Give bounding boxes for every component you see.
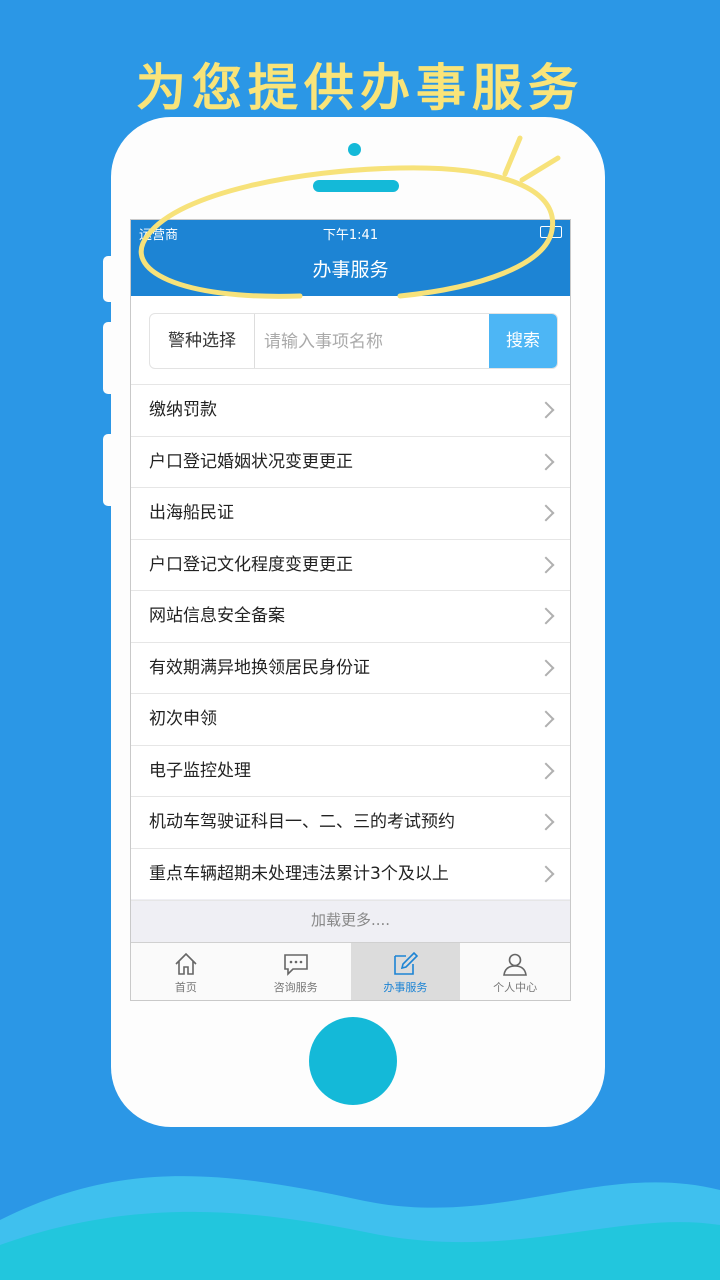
list-item-label: 出海船民证 [149, 503, 234, 523]
chevron-right-icon [537, 401, 555, 419]
list-item-label: 户口登记婚姻状况变更更正 [149, 451, 353, 472]
list-item-label: 缴纳罚款 [149, 400, 217, 420]
list-item-label: 网站信息安全备案 [149, 606, 285, 626]
app-screen: 运营商 下午1:41 办事服务 警种选择 搜索 缴纳罚款 户口登记婚姻状况变更更… [130, 219, 571, 1001]
list-item[interactable]: 有效期满异地换领居民身份证 [131, 641, 570, 694]
list-item-label: 电子监控处理 [149, 760, 251, 781]
chevron-right-icon [537, 504, 555, 522]
status-bar: 运营商 下午1:41 [131, 220, 570, 244]
police-type-select[interactable]: 警种选择 [150, 314, 255, 368]
list-item[interactable]: 网站信息安全备案 [131, 590, 570, 642]
background-waves [0, 1176, 720, 1280]
list-item[interactable]: 出海船民证 [131, 487, 570, 539]
list-item[interactable]: 初次申领 [131, 693, 570, 745]
chevron-right-icon [537, 607, 555, 625]
load-more-button[interactable]: 加载更多.... [131, 900, 570, 943]
nav-title: 办事服务 [131, 244, 570, 296]
tab-label: 咨询服务 [273, 981, 318, 994]
list-item[interactable]: 户口登记婚姻状况变更更正 [131, 435, 570, 488]
tab-label: 办事服务 [383, 981, 428, 994]
list-item[interactable]: 缴纳罚款 [131, 384, 570, 436]
list-item-label: 机动车驾驶证科目一、二、三的考试预约 [149, 812, 455, 832]
list-item[interactable]: 机动车驾驶证科目一、二、三的考试预约 [131, 796, 570, 848]
chevron-right-icon [537, 762, 555, 779]
chevron-right-icon [537, 813, 555, 831]
tab-home[interactable]: 首页 [131, 943, 241, 1000]
list-item[interactable]: 电子监控处理 [131, 744, 570, 797]
chevron-right-icon [537, 865, 555, 882]
phone-speaker [313, 180, 399, 192]
list-item-label: 初次申领 [149, 709, 217, 729]
battery-icon [540, 226, 562, 238]
search-row: 警种选择 搜索 [131, 296, 570, 384]
list-item-label: 户口登记文化程度变更更正 [149, 554, 353, 575]
chat-icon [283, 954, 308, 976]
chevron-right-icon [537, 556, 555, 573]
status-time: 下午1:41 [322, 228, 379, 243]
chevron-right-icon [537, 710, 555, 728]
tab-bar: 首页 咨询服务 办事服务 个人中心 [131, 942, 570, 1000]
tab-label: 个人中心 [493, 981, 538, 994]
tab-profile[interactable]: 个人中心 [460, 943, 570, 1000]
phone-home-button [309, 1017, 397, 1105]
list-item-label: 重点车辆超期未处理违法累计3个及以上 [149, 863, 449, 884]
search-input[interactable] [262, 314, 496, 368]
list-item-label: 有效期满异地换领居民身份证 [149, 657, 370, 678]
home-icon [175, 952, 197, 975]
tab-consult[interactable]: 咨询服务 [241, 943, 351, 1000]
tab-label: 首页 [174, 981, 197, 994]
phone-camera [348, 143, 361, 156]
service-list: 缴纳罚款 户口登记婚姻状况变更更正 出海船民证 户口登记文化程度变更更正 网站信… [131, 384, 570, 899]
list-item[interactable]: 户口登记文化程度变更更正 [131, 538, 570, 591]
user-icon [503, 953, 528, 976]
search-box: 警种选择 搜索 [149, 313, 558, 369]
chevron-right-icon [537, 453, 555, 470]
search-button[interactable]: 搜索 [489, 314, 557, 368]
chevron-right-icon [537, 659, 555, 676]
promo-title: 为您提供办事服务 [136, 59, 584, 117]
list-item[interactable]: 重点车辆超期未处理违法累计3个及以上 [131, 847, 570, 900]
edit-icon [394, 951, 419, 975]
tab-service[interactable]: 办事服务 [350, 943, 461, 1000]
